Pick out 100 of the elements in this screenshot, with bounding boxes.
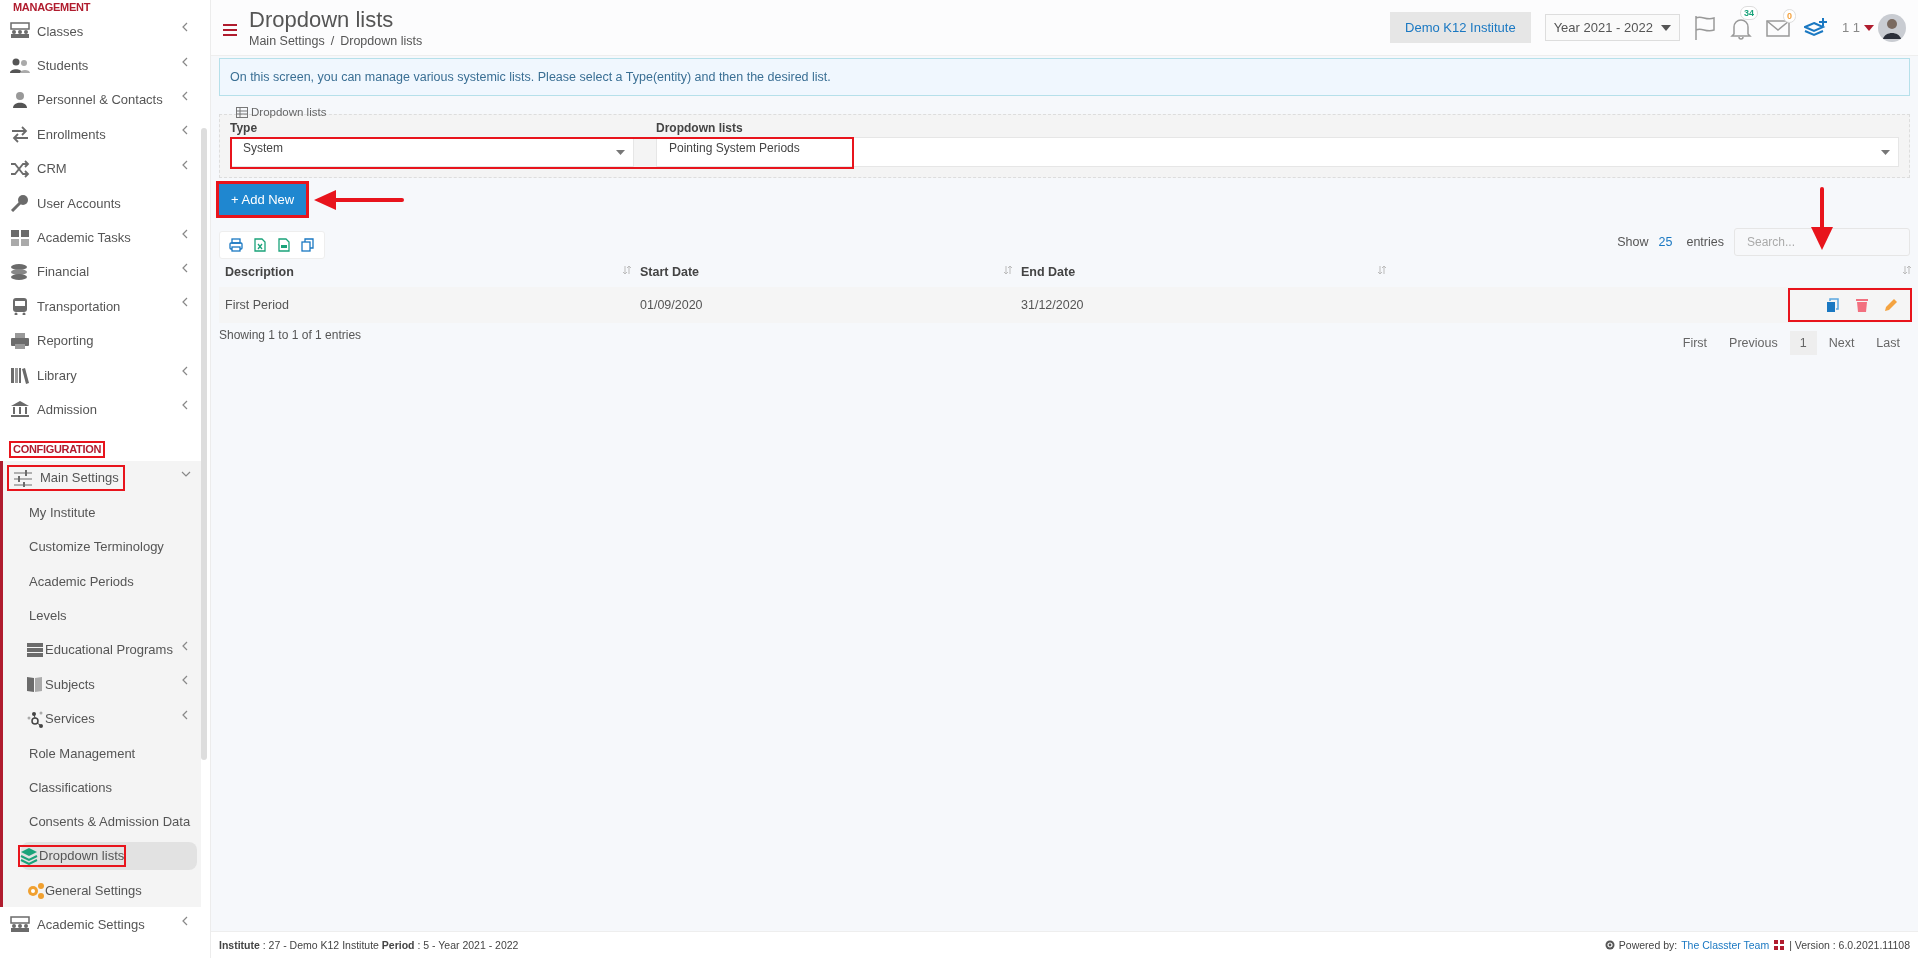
message-count: 0 bbox=[1782, 8, 1796, 23]
book-icon bbox=[26, 675, 44, 694]
nav-label: Admission bbox=[37, 402, 97, 417]
institute-button[interactable]: Demo K12 Institute bbox=[1390, 12, 1531, 43]
add-new-button[interactable]: + Add New bbox=[219, 184, 307, 215]
bus-icon bbox=[10, 297, 30, 316]
table-cell-text: First Period bbox=[224, 297, 290, 314]
document-file-icon bbox=[277, 238, 291, 252]
nav-item[interactable]: Academic Tasks bbox=[0, 220, 201, 255]
submenu-label: My Institute bbox=[29, 504, 96, 520]
printer-icon bbox=[10, 331, 30, 350]
delete-button[interactable] bbox=[1856, 298, 1868, 312]
bank-icon bbox=[10, 400, 30, 419]
grid-icon bbox=[10, 228, 30, 247]
team-link[interactable]: The Classter Team bbox=[1681, 939, 1770, 951]
network-icon bbox=[26, 709, 44, 728]
envelope-icon bbox=[1765, 18, 1790, 37]
submenu-item[interactable]: Role Management bbox=[3, 735, 201, 771]
books-icon bbox=[10, 366, 30, 385]
user-menu[interactable]: 1 1 bbox=[1841, 20, 1874, 35]
submenu-label: Classifications bbox=[29, 779, 113, 795]
nav-item[interactable]: Academic Settings bbox=[0, 907, 201, 942]
layers-plus-icon bbox=[1803, 16, 1828, 39]
submenu-item[interactable]: Levels bbox=[3, 598, 201, 633]
submenu-item[interactable]: Educational Programs bbox=[3, 632, 201, 668]
shuffle-icon bbox=[10, 159, 30, 178]
page-size-select[interactable]: 25 bbox=[1658, 235, 1673, 249]
footer-text: Powered by: bbox=[1618, 939, 1678, 951]
submenu-item[interactable]: Academic Periods bbox=[3, 563, 201, 599]
submenu-item[interactable]: Classifications bbox=[3, 770, 201, 805]
edit-button[interactable] bbox=[1884, 298, 1898, 312]
section-heading: MANAGEMENT bbox=[12, 1, 92, 14]
gears-icon bbox=[26, 881, 44, 900]
nav-item[interactable]: Students bbox=[0, 48, 201, 83]
table-icon bbox=[236, 106, 248, 118]
panel-legend: Dropdown lists bbox=[251, 106, 327, 118]
pencil-icon bbox=[1884, 298, 1898, 312]
nav-item[interactable]: Transportation bbox=[0, 289, 201, 324]
submenu-item[interactable]: Services bbox=[3, 701, 201, 736]
trash-icon bbox=[1856, 298, 1868, 312]
nav-item[interactable]: Admission bbox=[0, 392, 201, 427]
field-label: Type bbox=[230, 121, 259, 135]
submenu-item[interactable]: Customize Terminology bbox=[3, 529, 201, 564]
submenu-item[interactable]: General Settings bbox=[3, 873, 201, 908]
field-label: Dropdown lists bbox=[656, 121, 744, 135]
section-heading: CONFIGURATION bbox=[11, 442, 104, 456]
search-field[interactable]: Search... bbox=[1734, 228, 1910, 256]
logo-icon bbox=[1773, 939, 1786, 951]
scrollbar[interactable] bbox=[201, 128, 207, 760]
submenu-item[interactable]: My Institute bbox=[3, 495, 201, 530]
nav-label: Classes bbox=[37, 23, 84, 39]
server-icon bbox=[26, 640, 44, 659]
nav-label: Students bbox=[37, 58, 89, 74]
copy-button[interactable] bbox=[1826, 297, 1840, 313]
people-icon bbox=[10, 22, 30, 41]
caret-down-icon bbox=[616, 149, 625, 155]
print-icon bbox=[229, 238, 243, 252]
submenu-label: General Settings bbox=[45, 882, 142, 898]
pagination-button[interactable]: Last bbox=[1866, 331, 1910, 355]
flag-icon bbox=[1693, 14, 1716, 41]
swap-arrows-icon bbox=[10, 125, 30, 144]
copyright-icon bbox=[1604, 940, 1615, 950]
nav-label: Library bbox=[37, 367, 77, 383]
nav-item[interactable]: Reporting bbox=[0, 323, 201, 358]
spreadsheet-file-icon bbox=[253, 238, 267, 252]
nav-item[interactable]: Classes bbox=[0, 14, 201, 49]
submenu-label: Educational Programs bbox=[45, 642, 173, 658]
person-icon bbox=[10, 90, 30, 109]
version-text: | Version : 6.0.2021.11108 bbox=[1789, 939, 1910, 951]
footer-info: Institute : 27 - Demo K12 Institute Period : 5 - Year 2021 - 2022 bbox=[219, 939, 519, 951]
caret-down-icon bbox=[1881, 149, 1890, 155]
pagination-button[interactable]: Next bbox=[1818, 331, 1865, 355]
breadcrumb-link[interactable]: Dropdown lists bbox=[340, 33, 423, 48]
column-header[interactable]: Description bbox=[219, 259, 634, 285]
nav-item[interactable]: CRM bbox=[0, 151, 201, 186]
submenu-item[interactable]: Subjects bbox=[3, 667, 201, 702]
caret-down-icon bbox=[1864, 24, 1874, 31]
sliders-icon bbox=[13, 468, 33, 487]
nav-item[interactable]: Financial bbox=[0, 254, 201, 290]
submenu-label: Levels bbox=[29, 607, 67, 623]
nav-item[interactable]: User Accounts bbox=[0, 185, 201, 221]
submenu-label: Subjects bbox=[45, 676, 95, 692]
column-header[interactable]: End Date bbox=[1015, 259, 1389, 285]
list-select[interactable]: Pointing System Periods bbox=[656, 137, 1899, 167]
nav-item[interactable]: Library bbox=[0, 357, 201, 393]
menu-icon bbox=[223, 23, 237, 36]
type-select[interactable]: System bbox=[230, 137, 634, 167]
submenu-item[interactable]: Dropdown lists bbox=[21, 842, 197, 870]
pagination-button[interactable]: 1 bbox=[1789, 331, 1817, 355]
nav-item[interactable]: Enrollments bbox=[0, 117, 201, 152]
pagination-button[interactable]: Previous bbox=[1719, 331, 1788, 355]
pagination-button[interactable]: First bbox=[1672, 331, 1718, 355]
breadcrumb-link[interactable]: Main Settings bbox=[249, 33, 325, 48]
sort-icon bbox=[622, 265, 632, 275]
column-header[interactable]: Start Date bbox=[634, 259, 1015, 285]
nav-label: Main Settings bbox=[40, 470, 119, 486]
submenu-label: Dropdown lists bbox=[39, 848, 125, 864]
year-dropdown[interactable]: Year 2021 - 2022 bbox=[1544, 14, 1680, 41]
submenu-item[interactable]: Consents & Admission Data bbox=[3, 804, 201, 839]
nav-item[interactable]: Personnel & Contacts bbox=[0, 82, 201, 118]
